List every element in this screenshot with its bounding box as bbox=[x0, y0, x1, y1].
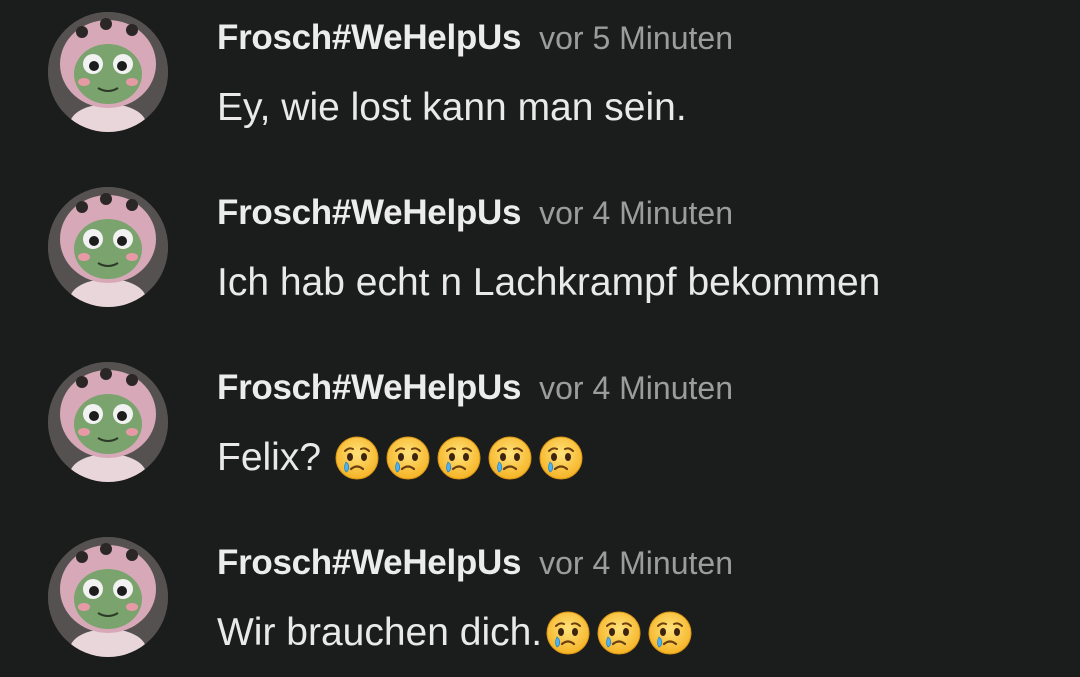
frog-hood-avatar-icon bbox=[48, 187, 168, 307]
crying-face-emoji bbox=[486, 434, 534, 482]
chat-message: Frosch#WeHelpUs vor 5 Minuten Ey, wie los… bbox=[0, 0, 1080, 160]
author-name[interactable]: Frosch#WeHelpUs bbox=[217, 18, 521, 57]
crying-face-emoji bbox=[595, 609, 643, 657]
author-name[interactable]: Frosch#WeHelpUs bbox=[217, 543, 521, 582]
chat-message: Frosch#WeHelpUs vor 4 Minuten Ich hab ech… bbox=[0, 175, 1080, 335]
crying-face-emoji bbox=[537, 434, 585, 482]
timestamp: vor 4 Minuten bbox=[539, 195, 733, 231]
chat-feed: Frosch#WeHelpUs vor 5 Minuten Ey, wie los… bbox=[0, 0, 1080, 677]
timestamp: vor 4 Minuten bbox=[539, 370, 733, 406]
timestamp: vor 4 Minuten bbox=[539, 545, 733, 581]
message-body: Ey, wie lost kann man sein. bbox=[217, 86, 687, 129]
avatar[interactable] bbox=[48, 362, 168, 482]
message-header: Frosch#WeHelpUs vor 5 Minuten bbox=[217, 18, 733, 65]
message-text: Ich hab echt n Lachkrampf bekommen bbox=[217, 259, 880, 307]
message-text: Wir brauchen dich. bbox=[217, 609, 697, 657]
emoji-group bbox=[333, 434, 588, 482]
message-header: Frosch#WeHelpUs vor 4 Minuten bbox=[217, 368, 733, 415]
frog-hood-avatar-icon bbox=[48, 362, 168, 482]
message-header: Frosch#WeHelpUs vor 4 Minuten bbox=[217, 193, 733, 240]
author-name[interactable]: Frosch#WeHelpUs bbox=[217, 368, 521, 407]
message-body: Ich hab echt n Lachkrampf bekommen bbox=[217, 261, 881, 304]
author-name[interactable]: Frosch#WeHelpUs bbox=[217, 193, 521, 232]
crying-face-emoji bbox=[384, 434, 432, 482]
frog-hood-avatar-icon bbox=[48, 537, 168, 657]
message-body: Wir brauchen dich. bbox=[217, 611, 543, 654]
avatar[interactable] bbox=[48, 12, 168, 132]
crying-face-emoji bbox=[435, 434, 483, 482]
crying-face-emoji bbox=[544, 609, 592, 657]
timestamp: vor 5 Minuten bbox=[539, 20, 733, 56]
message-text: Felix? bbox=[217, 434, 588, 482]
avatar[interactable] bbox=[48, 187, 168, 307]
chat-message: Frosch#WeHelpUs vor 4 Minuten Felix? bbox=[0, 350, 1080, 510]
chat-message: Frosch#WeHelpUs vor 4 Minuten Wir brauche… bbox=[0, 525, 1080, 677]
message-header: Frosch#WeHelpUs vor 4 Minuten bbox=[217, 543, 733, 590]
message-body: Felix? bbox=[217, 436, 322, 479]
frog-hood-avatar-icon bbox=[48, 12, 168, 132]
avatar[interactable] bbox=[48, 537, 168, 657]
crying-face-emoji bbox=[333, 434, 381, 482]
message-text: Ey, wie lost kann man sein. bbox=[217, 84, 687, 132]
crying-face-emoji bbox=[646, 609, 694, 657]
emoji-group bbox=[544, 609, 697, 657]
